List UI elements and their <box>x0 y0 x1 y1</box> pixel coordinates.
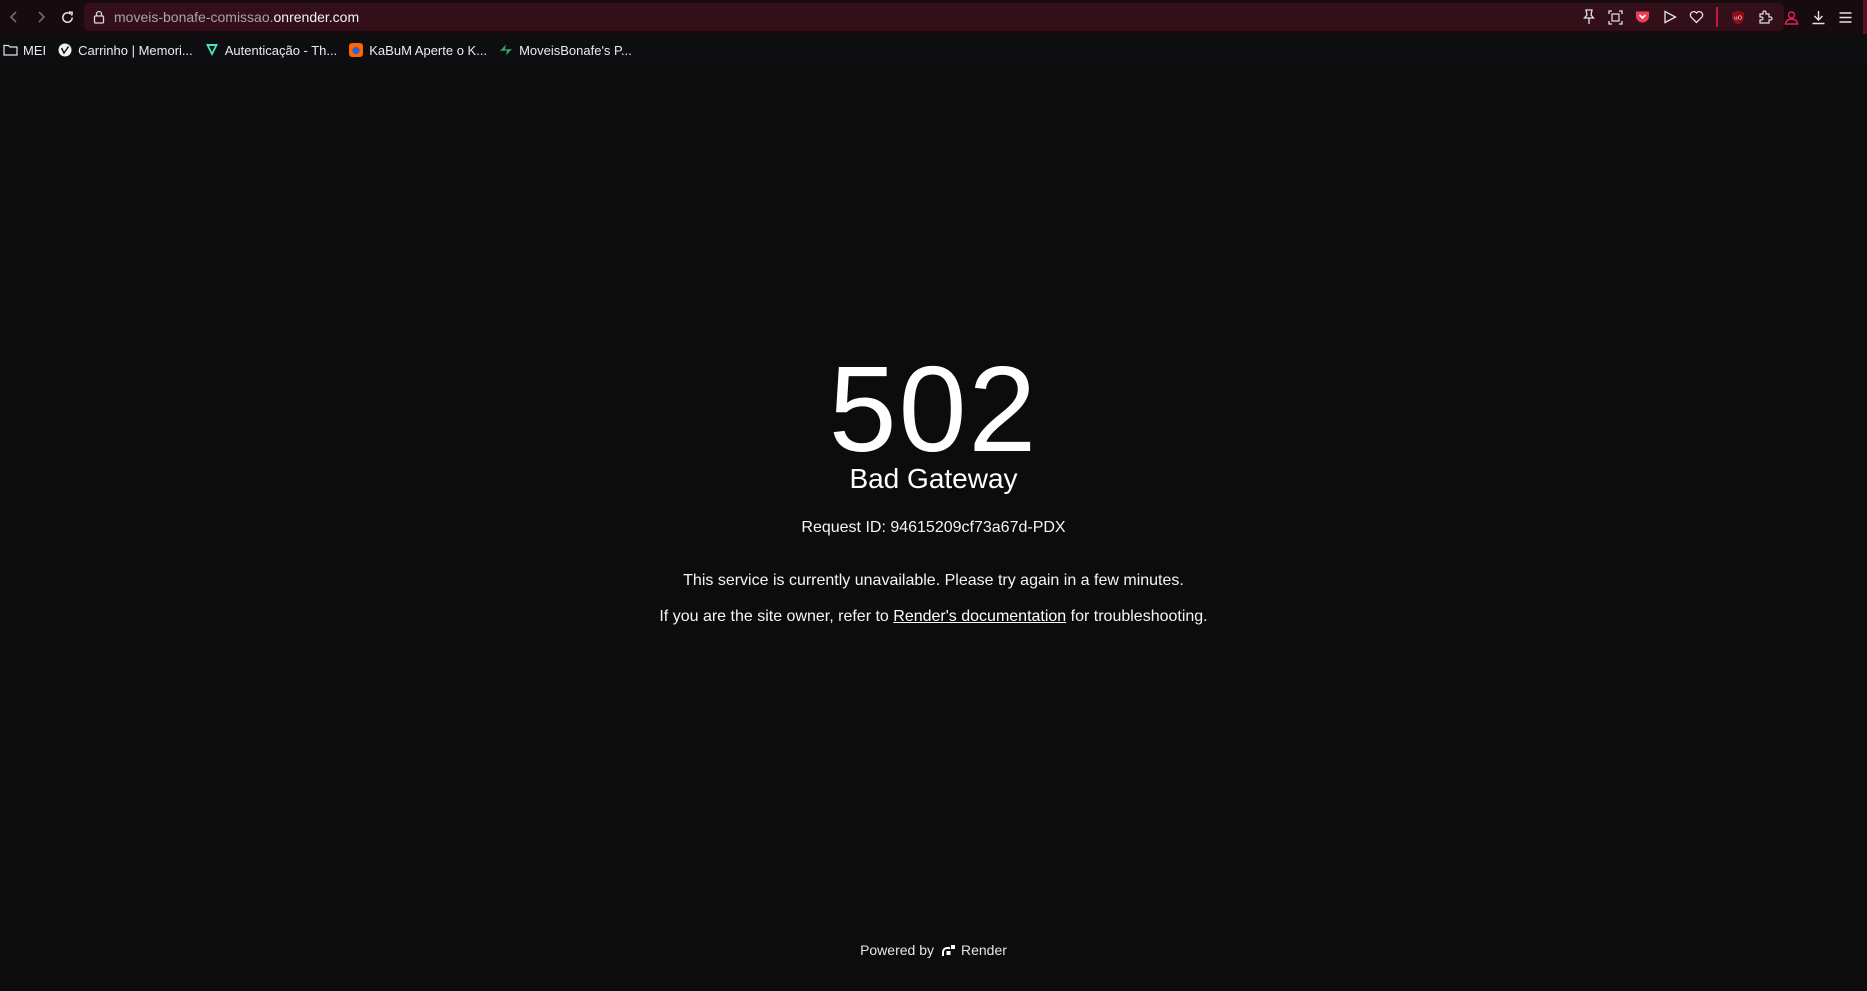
back-arrow-icon <box>9 11 17 23</box>
url-domain: onrender.com <box>273 9 360 25</box>
bookmark-moveisbonafe[interactable]: MoveisBonafe's P... <box>496 38 641 62</box>
profile-icon[interactable] <box>1778 0 1805 34</box>
heart-icon[interactable] <box>1683 0 1710 34</box>
powered-by-label: Powered by <box>860 942 934 958</box>
pin-icon[interactable] <box>1575 0 1602 34</box>
error-code: 502 <box>828 341 1039 477</box>
browser-toolbar: moveis-bonafe-comissao.onrender.com uO <box>0 0 1867 34</box>
bookmarks-bar: MEI Carrinho | Memori... Autenticação - … <box>0 34 1867 66</box>
menu-icon[interactable] <box>1832 0 1859 34</box>
bookmark-label: Carrinho | Memori... <box>78 42 193 58</box>
forward-arrow-icon <box>37 11 45 23</box>
site-icon <box>57 42 73 58</box>
address-bar[interactable]: moveis-bonafe-comissao.onrender.com <box>84 3 1784 31</box>
render-logo-icon <box>942 944 955 956</box>
download-icon[interactable] <box>1805 0 1832 34</box>
site-icon <box>498 42 514 58</box>
extensions-icon[interactable] <box>1751 0 1778 34</box>
back-button[interactable] <box>0 0 27 34</box>
render-brand-label: Render <box>961 942 1007 958</box>
owner-message: If you are the site owner, refer to Rend… <box>0 608 1867 626</box>
error-title: Bad Gateway <box>849 463 1018 494</box>
svg-text:uO: uO <box>1734 15 1742 21</box>
pocket-icon[interactable] <box>1629 0 1656 34</box>
request-id: Request ID: 94615209cf73a67d-PDX <box>801 519 1066 536</box>
toolbar-icons: uO <box>1575 0 1859 34</box>
url-path: moveis-bonafe-comissao. <box>114 9 274 25</box>
send-icon[interactable] <box>1656 0 1683 34</box>
footer: Powered by Render <box>0 942 1867 958</box>
reload-button[interactable] <box>54 0 81 34</box>
url-text[interactable]: moveis-bonafe-comissao.onrender.com <box>114 9 359 25</box>
ublock-icon[interactable]: uO <box>1724 0 1751 34</box>
screenshot-icon[interactable] <box>1602 0 1629 34</box>
bookmark-folder-mei[interactable]: MEI <box>0 38 55 62</box>
bookmark-label: MEI <box>23 42 47 58</box>
owner-message-suffix: for troubleshooting. <box>1066 608 1208 625</box>
owner-message-prefix: If you are the site owner, refer to <box>659 608 894 625</box>
site-icon <box>204 42 220 58</box>
bookmark-kabum[interactable]: KaBuM Aperte o K... <box>346 38 496 62</box>
render-docs-link[interactable]: Render's documentation <box>893 608 1066 625</box>
folder-icon <box>2 42 18 58</box>
bookmark-carrinho[interactable]: Carrinho | Memori... <box>55 38 202 62</box>
bookmark-autenticacao[interactable]: Autenticação - Th... <box>202 38 347 62</box>
unavailable-message: This service is currently unavailable. P… <box>683 572 1184 589</box>
bookmark-label: KaBuM Aperte o K... <box>369 42 488 58</box>
reload-icon <box>62 10 74 23</box>
window-edge <box>1863 0 1867 34</box>
bookmark-label: MoveisBonafe's P... <box>519 42 632 58</box>
bookmark-label: Autenticação - Th... <box>224 42 338 58</box>
error-page: 502 Bad Gateway Request ID: 94615209cf73… <box>0 66 1867 991</box>
forward-button[interactable] <box>27 0 54 34</box>
toolbar-separator <box>1716 7 1718 27</box>
lock-icon[interactable] <box>84 10 114 24</box>
site-icon <box>348 42 364 58</box>
render-brand-link[interactable]: Render <box>942 942 1007 958</box>
